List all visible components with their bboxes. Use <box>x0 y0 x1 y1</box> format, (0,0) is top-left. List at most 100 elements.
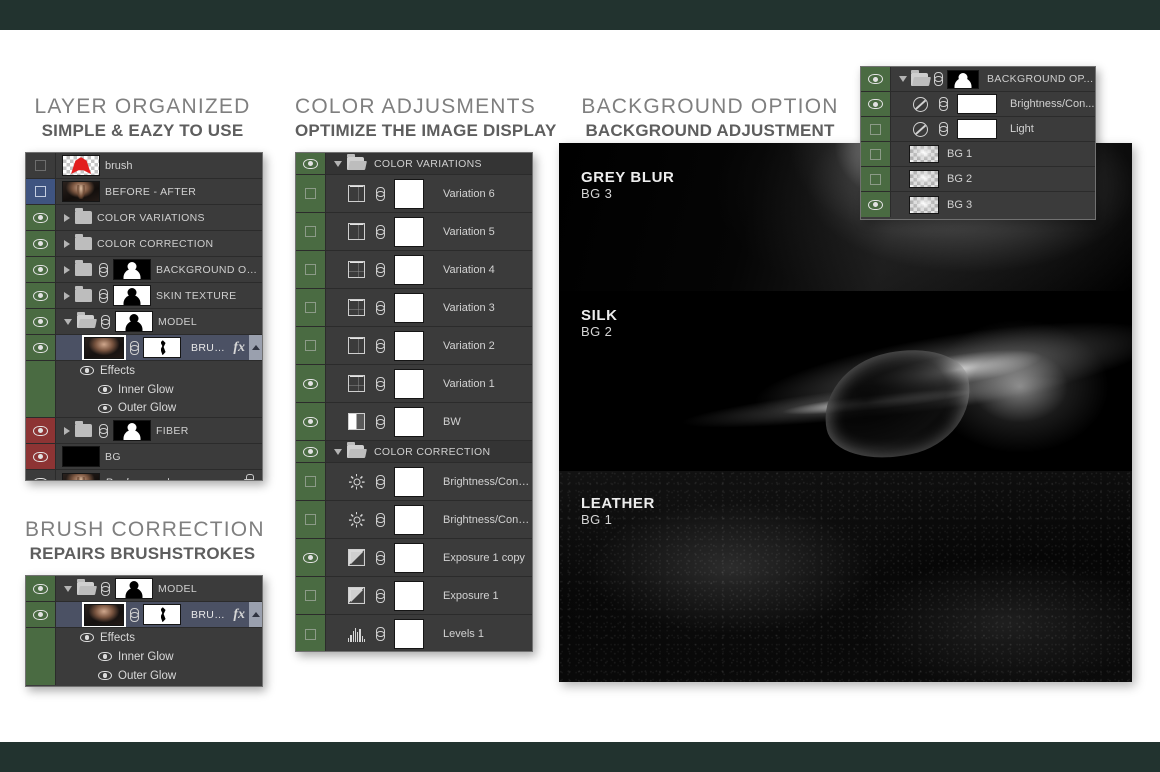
layer-row-brush-here[interactable]: BRUSH HERE fx <box>26 335 262 361</box>
brush-row-inner-glow[interactable]: Inner Glow <box>26 647 262 666</box>
layer-row-background-option[interactable]: BACKGROUND OP... <box>26 257 262 283</box>
bg-row-brightness-contrast[interactable]: Brightness/Con... <box>861 92 1095 117</box>
visibility-toggle[interactable] <box>296 463 326 500</box>
visibility-toggle[interactable] <box>296 441 326 462</box>
visibility-toggle[interactable] <box>26 309 56 334</box>
visibility-toggle[interactable] <box>26 602 56 627</box>
collapse-arrow-icon[interactable] <box>334 448 342 455</box>
adjust-row-brightness-contrast-1[interactable]: Brightness/Contra... <box>296 463 532 501</box>
adjust-row-bw[interactable]: BW <box>296 403 532 441</box>
collapse-arrow-icon[interactable] <box>899 76 907 82</box>
collapse-arrow-icon[interactable] <box>334 160 342 167</box>
visibility-toggle[interactable] <box>296 501 326 538</box>
link-icon[interactable] <box>98 262 108 277</box>
visibility-toggle[interactable] <box>26 470 56 480</box>
link-icon[interactable] <box>375 512 385 527</box>
visibility-toggle[interactable] <box>861 117 891 141</box>
layer-row-brush[interactable]: brush <box>26 153 262 179</box>
visibility-toggle[interactable] <box>26 205 56 230</box>
layer-row-skin-texture[interactable]: SKIN TEXTURE <box>26 283 262 309</box>
effects-visibility-icon[interactable] <box>80 366 94 375</box>
visibility-toggle[interactable] <box>26 153 56 178</box>
link-icon[interactable] <box>375 627 385 641</box>
visibility-toggle[interactable] <box>296 251 326 288</box>
fx-icon[interactable]: fx <box>233 340 249 356</box>
visibility-toggle[interactable] <box>861 142 891 166</box>
layer-row-inner-glow[interactable]: Inner Glow <box>26 380 262 399</box>
layer-row-bg[interactable]: BG <box>26 444 262 470</box>
link-icon[interactable] <box>98 288 108 303</box>
bg-row-bg-3[interactable]: BG 3 <box>861 192 1095 217</box>
effect-visibility-icon[interactable] <box>98 652 112 661</box>
link-icon[interactable] <box>938 122 948 136</box>
link-icon[interactable] <box>129 607 139 622</box>
brush-row-model[interactable]: MODEL <box>26 576 262 602</box>
link-icon[interactable] <box>98 423 108 438</box>
adjust-row-variation-1[interactable]: Variation 1 <box>296 365 532 403</box>
adjust-row-variation-6[interactable]: Variation 6 <box>296 175 532 213</box>
brush-row-brush-here[interactable]: BRUSH HERE fx <box>26 602 262 628</box>
visibility-toggle[interactable] <box>296 615 326 651</box>
effects-visibility-icon[interactable] <box>80 633 94 642</box>
bg-row-background-option[interactable]: BACKGROUND OP... <box>861 67 1095 92</box>
visibility-toggle[interactable] <box>26 257 56 282</box>
visibility-toggle[interactable] <box>26 283 56 308</box>
visibility-toggle[interactable] <box>26 179 56 204</box>
expand-arrow-icon[interactable] <box>64 239 70 248</box>
link-icon[interactable] <box>933 72 943 86</box>
adjust-row-variation-3[interactable]: Variation 3 <box>296 289 532 327</box>
adjust-group-color-variations[interactable]: COLOR VARIATIONS <box>296 153 532 175</box>
adjust-row-brightness-contrast-2[interactable]: Brightness/Contra... <box>296 501 532 539</box>
link-icon[interactable] <box>375 224 385 239</box>
visibility-toggle[interactable] <box>296 403 326 440</box>
collapse-arrow-icon[interactable] <box>64 585 72 592</box>
adjust-group-color-correction[interactable]: COLOR CORRECTION <box>296 441 532 463</box>
visibility-toggle[interactable] <box>296 213 326 250</box>
brush-row-outer-glow[interactable]: Outer Glow <box>26 666 262 685</box>
link-icon[interactable] <box>375 262 385 277</box>
layer-row-outer-glow[interactable]: Outer Glow <box>26 399 262 418</box>
link-icon[interactable] <box>375 474 385 489</box>
link-icon[interactable] <box>375 338 385 353</box>
link-icon[interactable] <box>375 376 385 391</box>
visibility-toggle[interactable] <box>861 92 891 116</box>
link-icon[interactable] <box>375 414 385 429</box>
bg-row-bg-1[interactable]: BG 1 <box>861 142 1095 167</box>
adjust-row-exposure-1-copy[interactable]: Exposure 1 copy <box>296 539 532 577</box>
visibility-toggle[interactable] <box>861 67 891 91</box>
layer-row-background[interactable]: Background <box>26 470 262 480</box>
adjust-row-variation-4[interactable]: Variation 4 <box>296 251 532 289</box>
expand-arrow-icon[interactable] <box>64 213 70 222</box>
bg-row-light[interactable]: Light <box>861 117 1095 142</box>
effect-visibility-icon[interactable] <box>98 385 112 394</box>
link-icon[interactable] <box>375 300 385 315</box>
effect-visibility-icon[interactable] <box>98 403 112 413</box>
visibility-toggle[interactable] <box>296 175 326 212</box>
link-icon[interactable] <box>375 550 385 565</box>
visibility-toggle[interactable] <box>26 444 56 469</box>
link-icon[interactable] <box>375 588 385 603</box>
adjust-row-variation-5[interactable]: Variation 5 <box>296 213 532 251</box>
brush-row-effects[interactable]: Effects <box>26 628 262 647</box>
adjust-row-levels-1[interactable]: Levels 1 <box>296 615 532 651</box>
visibility-toggle[interactable] <box>26 418 56 443</box>
link-icon[interactable] <box>100 314 110 329</box>
visibility-toggle[interactable] <box>26 576 56 601</box>
visibility-toggle[interactable] <box>296 365 326 402</box>
visibility-toggle[interactable] <box>26 335 56 360</box>
layer-row-color-correction[interactable]: COLOR CORRECTION <box>26 231 262 257</box>
expand-arrow-icon[interactable] <box>64 265 70 274</box>
visibility-toggle[interactable] <box>296 539 326 576</box>
visibility-toggle[interactable] <box>296 577 326 614</box>
visibility-toggle[interactable] <box>296 327 326 364</box>
visibility-toggle[interactable] <box>296 153 326 174</box>
layer-row-color-variations[interactable]: COLOR VARIATIONS <box>26 205 262 231</box>
expand-arrow-icon[interactable] <box>64 426 70 435</box>
expand-arrow-icon[interactable] <box>64 291 70 300</box>
visibility-toggle[interactable] <box>861 192 891 217</box>
fx-icon[interactable]: fx <box>233 607 249 623</box>
collapse-arrow-icon[interactable] <box>64 318 72 325</box>
adjust-row-variation-2[interactable]: Variation 2 <box>296 327 532 365</box>
link-icon[interactable] <box>100 581 110 596</box>
visibility-toggle[interactable] <box>26 231 56 256</box>
